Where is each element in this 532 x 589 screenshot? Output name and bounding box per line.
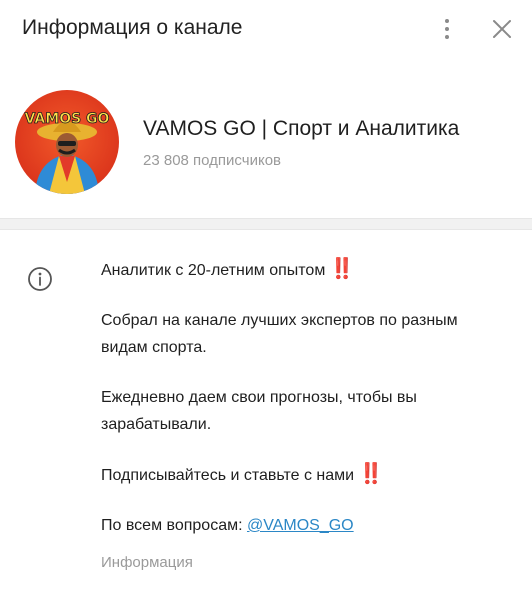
- avatar[interactable]: VAMOS GO: [15, 90, 119, 194]
- double-exclamation-icon: ‼️: [329, 258, 355, 280]
- description-paragraph: Подписывайтесь и ставьте с нами ‼️: [101, 461, 501, 489]
- subscriber-count: 23 808 подписчиков: [143, 152, 282, 169]
- section-divider: [0, 218, 532, 230]
- info-section-label: Информация: [101, 554, 193, 571]
- description-paragraph: Аналитик с 20-летним опытом ‼️: [101, 256, 501, 284]
- description-text: Аналитик с 20-летним опытом: [101, 262, 326, 279]
- double-exclamation-icon: ‼️: [358, 463, 384, 485]
- header: Информация о канале: [0, 0, 532, 60]
- description-paragraph: Ежедневно даем свои прогнозы, чтобы вы з…: [101, 389, 417, 433]
- close-icon[interactable]: [490, 17, 514, 41]
- contact-line: По всем вопросам: @VAMOS_GO: [101, 512, 501, 539]
- contact-prefix: По всем вопросам:: [101, 517, 247, 534]
- description-paragraph: Собрал на канале лучших экспертов по раз…: [101, 312, 458, 356]
- page-title: Информация о канале: [22, 16, 243, 39]
- channel-description: Аналитик с 20-летним опытом ‼️ Собрал на…: [101, 256, 501, 539]
- avatar-logo-text: VAMOS GO: [25, 111, 110, 127]
- more-vertical-icon[interactable]: [434, 14, 460, 44]
- channel-profile: VAMOS GO VAMOS GO | Спорт и Аналитика 23…: [0, 60, 532, 218]
- description-text: Подписывайтесь и ставьте с нами: [101, 467, 355, 484]
- channel-name: VAMOS GO | Спорт и Аналитика: [143, 117, 460, 140]
- contact-username-link[interactable]: @VAMOS_GO: [247, 517, 354, 534]
- info-icon: [26, 265, 54, 293]
